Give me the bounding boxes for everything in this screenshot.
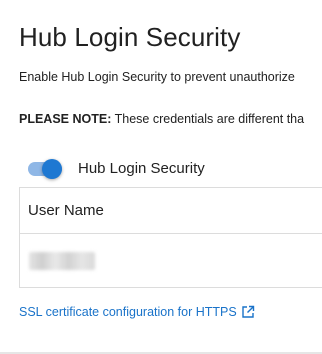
redacted-user-name xyxy=(29,251,95,270)
section-title: Hub Login Security xyxy=(19,22,241,52)
note-label: PLEASE NOTE: xyxy=(19,112,112,126)
hub-login-security-card: Hub Login Security Enable Hub Login Secu… xyxy=(0,0,322,354)
credentials-table: User Name xyxy=(19,187,322,288)
ssl-link-text: SSL certificate configuration for HTTPS xyxy=(19,305,237,319)
switch-thumb xyxy=(42,159,62,179)
note-text: These credentials are different tha xyxy=(111,112,305,126)
user-name-cell[interactable] xyxy=(20,234,322,287)
section-note: PLEASE NOTE: These credentials are diffe… xyxy=(19,112,304,126)
toggle-label: Hub Login Security xyxy=(78,159,205,177)
section-description: Enable Hub Login Security to prevent una… xyxy=(19,70,295,84)
column-header-user-name: User Name xyxy=(20,188,322,234)
hub-login-security-toggle-row: Hub Login Security xyxy=(26,156,205,180)
external-link-icon xyxy=(241,305,254,318)
ssl-certificate-link[interactable]: SSL certificate configuration for HTTPS xyxy=(19,305,255,319)
hub-login-security-switch[interactable] xyxy=(26,156,64,180)
